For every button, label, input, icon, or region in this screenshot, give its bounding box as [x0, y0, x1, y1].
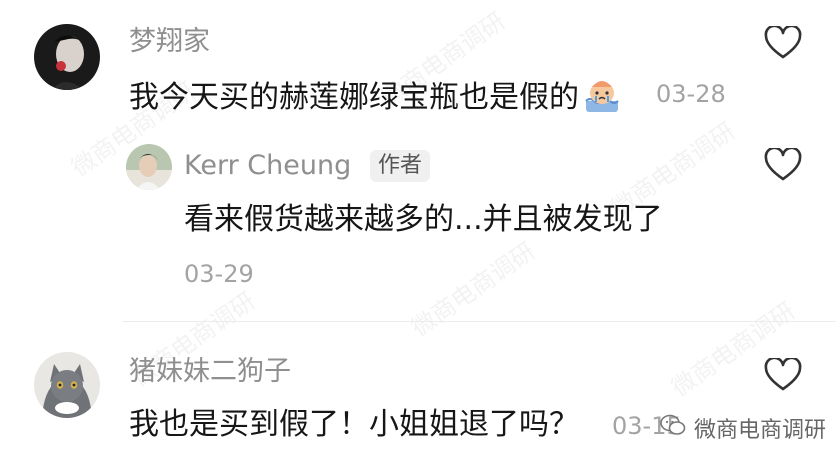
heart-outline-icon[interactable] [764, 356, 802, 392]
comment-text: 我今天买的赫莲娜绿宝瓶也是假的 [129, 77, 622, 119]
comment-text: 看来假货越来越多的...并且被发现了 [184, 202, 663, 237]
heart-outline-icon[interactable] [764, 24, 802, 60]
comment-time: 03-28 [656, 80, 726, 108]
avatar[interactable] [34, 352, 100, 418]
background-watermark: 微商电商调研 [406, 236, 541, 343]
comment-list: 微商电商调研 微商电商调研 微商电商调研 微商电商调研 微商电商调研 微商电商调… [0, 0, 836, 463]
comment-time: 03-29 [184, 260, 254, 288]
wechat-icon [660, 414, 686, 442]
comment-author[interactable]: 梦翔家 [129, 28, 210, 55]
comment-author[interactable]: Kerr Cheung [184, 152, 351, 179]
watermark-label: 微商电商调研 [693, 418, 826, 443]
crying-cake-emoji-icon [582, 77, 622, 119]
comment-author[interactable]: 猪妹妹二狗子 [129, 358, 291, 385]
avatar[interactable] [34, 24, 100, 90]
watermark: 微商电商调研 [660, 412, 826, 444]
divider [123, 321, 836, 322]
heart-outline-icon[interactable] [764, 146, 802, 182]
author-badge: 作者 [370, 150, 431, 182]
comment-text: 我也是买到假了！小姐姐退了吗？ [129, 407, 579, 442]
comment-text-body: 我今天买的赫莲娜绿宝瓶也是假的 [129, 80, 579, 115]
avatar[interactable] [126, 144, 172, 190]
